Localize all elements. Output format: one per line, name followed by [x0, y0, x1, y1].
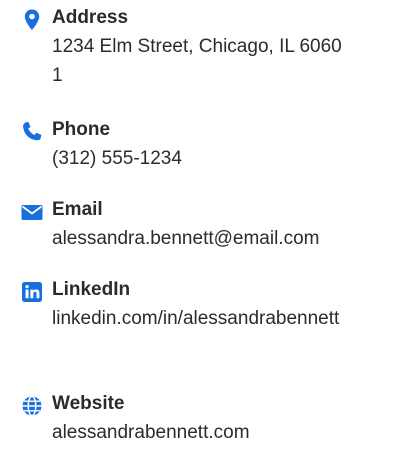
map-pin-icon — [20, 8, 44, 32]
contact-text-phone: Phone (312) 555-1234 — [52, 118, 392, 173]
envelope-icon — [20, 200, 44, 224]
phone-label: Phone — [52, 119, 111, 140]
email-value[interactable]: alessandra.bennett@email.com — [52, 224, 392, 253]
linkedin-label: LinkedIn — [52, 279, 131, 300]
phone-icon — [20, 120, 44, 144]
contact-text-website: Website alessandrabennett.com — [52, 392, 392, 447]
contact-text-linkedin: LinkedIn linkedin.com/in/alessandrabenne… — [52, 278, 392, 333]
email-label: Email — [52, 199, 103, 220]
website-value[interactable]: alessandrabennett.com — [52, 418, 392, 447]
website-label: Website — [52, 393, 125, 414]
address-value: 1234 Elm Street, Chicago, IL 60601 — [52, 36, 342, 86]
linkedin-value[interactable]: linkedin.com/in/alessandrabennett — [52, 304, 370, 333]
contact-text-email: Email alessandra.bennett@email.com — [52, 198, 392, 253]
phone-value[interactable]: (312) 555-1234 — [52, 144, 392, 173]
contact-text-address: Address 1234 Elm Street, Chicago, IL 606… — [52, 6, 392, 90]
globe-icon — [20, 394, 44, 418]
linkedin-icon — [20, 280, 44, 304]
address-label: Address — [52, 7, 129, 28]
